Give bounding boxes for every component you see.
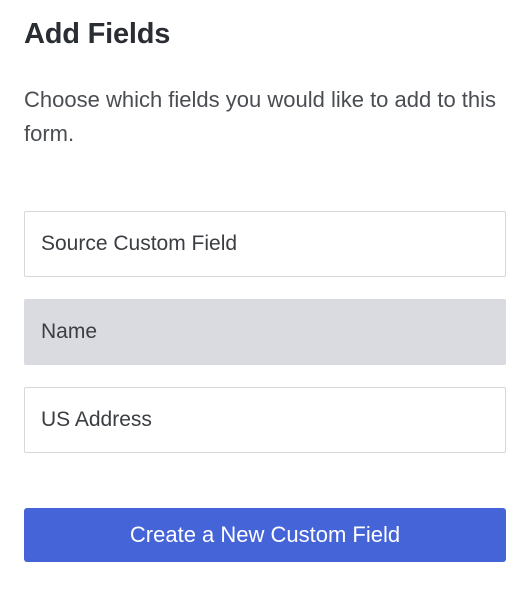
field-label: US Address [41,408,152,431]
field-list: Source Custom Field Name US Address [24,211,506,453]
page-description: Choose which fields you would like to ad… [24,83,504,151]
field-label: Source Custom Field [41,232,237,255]
field-item-source-custom-field[interactable]: Source Custom Field [24,211,506,277]
create-custom-field-button[interactable]: Create a New Custom Field [24,508,506,562]
field-label: Name [41,320,97,343]
field-item-name[interactable]: Name [24,299,506,365]
field-item-us-address[interactable]: US Address [24,387,506,453]
page-title: Add Fields [24,18,506,51]
